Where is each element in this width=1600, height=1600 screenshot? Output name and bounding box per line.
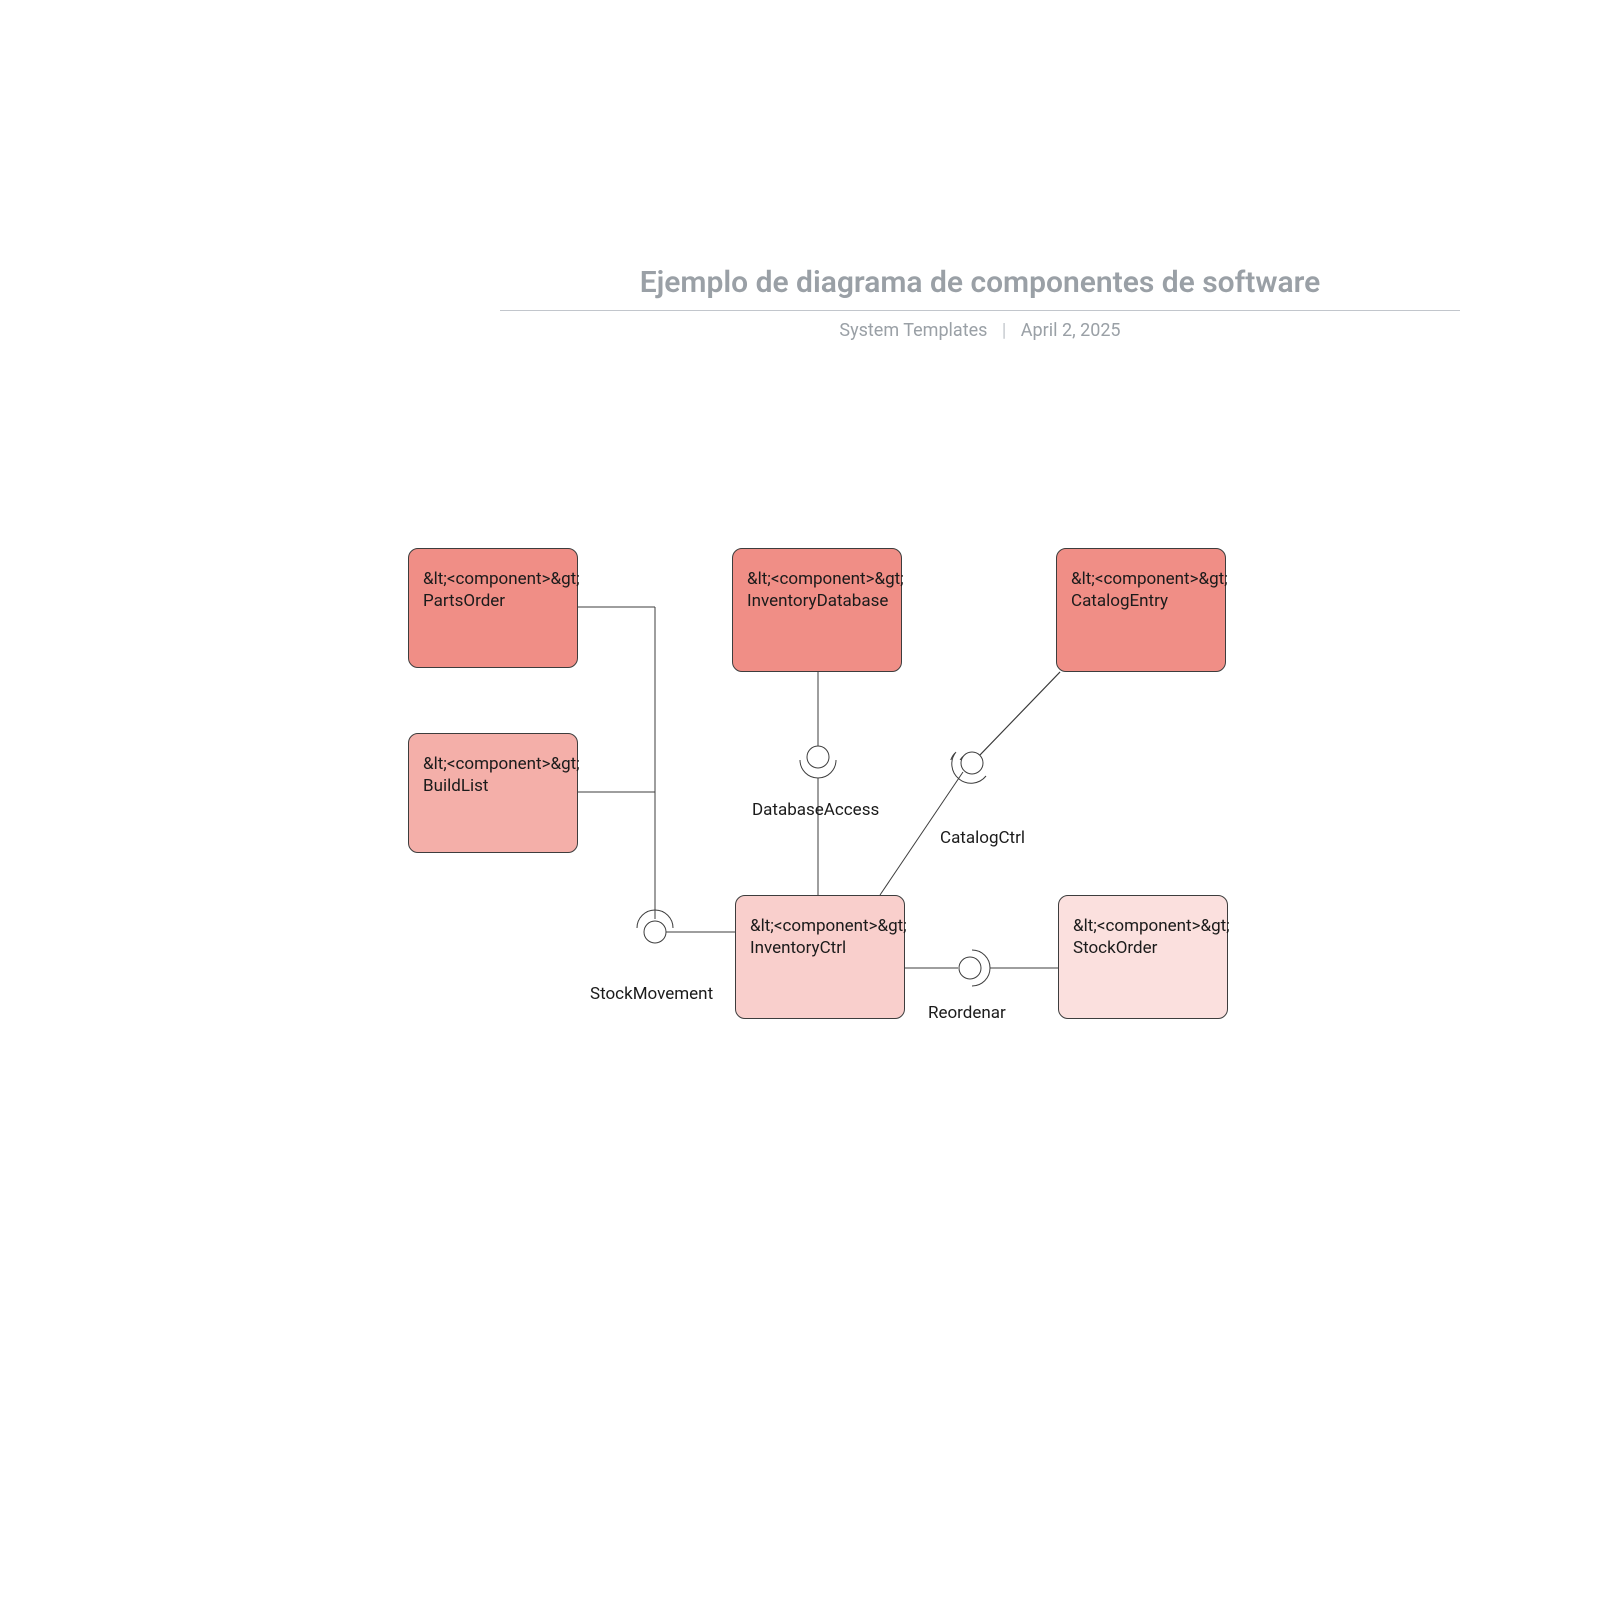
- stereotype-label: &lt;<component>&gt;: [423, 569, 563, 589]
- component-name: PartsOrder: [423, 591, 563, 611]
- component-name: InventoryDatabase: [747, 591, 887, 611]
- stereotype-label: &lt;<component>&gt;: [750, 916, 890, 936]
- title-text: Ejemplo de diagrama de componentes de so…: [500, 265, 1460, 300]
- component-name: CatalogEntry: [1071, 591, 1211, 611]
- separator: |: [1002, 320, 1006, 341]
- stereotype-label: &lt;<component>&gt;: [423, 754, 563, 774]
- stereotype-label: &lt;<component>&gt;: [747, 569, 887, 589]
- stereotype-label: &lt;<component>&gt;: [1073, 916, 1213, 936]
- component-name: BuildList: [423, 776, 563, 796]
- page-title: Ejemplo de diagrama de componentes de so…: [500, 265, 1460, 311]
- interface-label-stock-movement: StockMovement: [590, 984, 713, 1004]
- component-build-list: &lt;<component>&gt; BuildList: [408, 733, 578, 853]
- component-name: StockOrder: [1073, 938, 1213, 958]
- component-parts-order: &lt;<component>&gt; PartsOrder: [408, 548, 578, 668]
- stereotype-label: &lt;<component>&gt;: [1071, 569, 1211, 589]
- date-text: April 2, 2025: [1021, 320, 1121, 341]
- interface-label-database-access: DatabaseAccess: [752, 800, 879, 820]
- author-text: System Templates: [839, 320, 987, 341]
- interface-label-reorder: Reordenar: [928, 1003, 1006, 1023]
- component-name: InventoryCtrl: [750, 938, 890, 958]
- component-inventory-ctrl: &lt;<component>&gt; InventoryCtrl: [735, 895, 905, 1019]
- interface-label-catalog-ctrl: CatalogCtrl: [940, 828, 1025, 848]
- component-stock-order: &lt;<component>&gt; StockOrder: [1058, 895, 1228, 1019]
- component-catalog-entry: &lt;<component>&gt; CatalogEntry: [1056, 548, 1226, 672]
- page-subtitle: System Templates | April 2, 2025: [500, 320, 1460, 341]
- diagram-canvas: Ejemplo de diagrama de componentes de so…: [0, 0, 1600, 1600]
- component-inventory-database: &lt;<component>&gt; InventoryDatabase: [732, 548, 902, 672]
